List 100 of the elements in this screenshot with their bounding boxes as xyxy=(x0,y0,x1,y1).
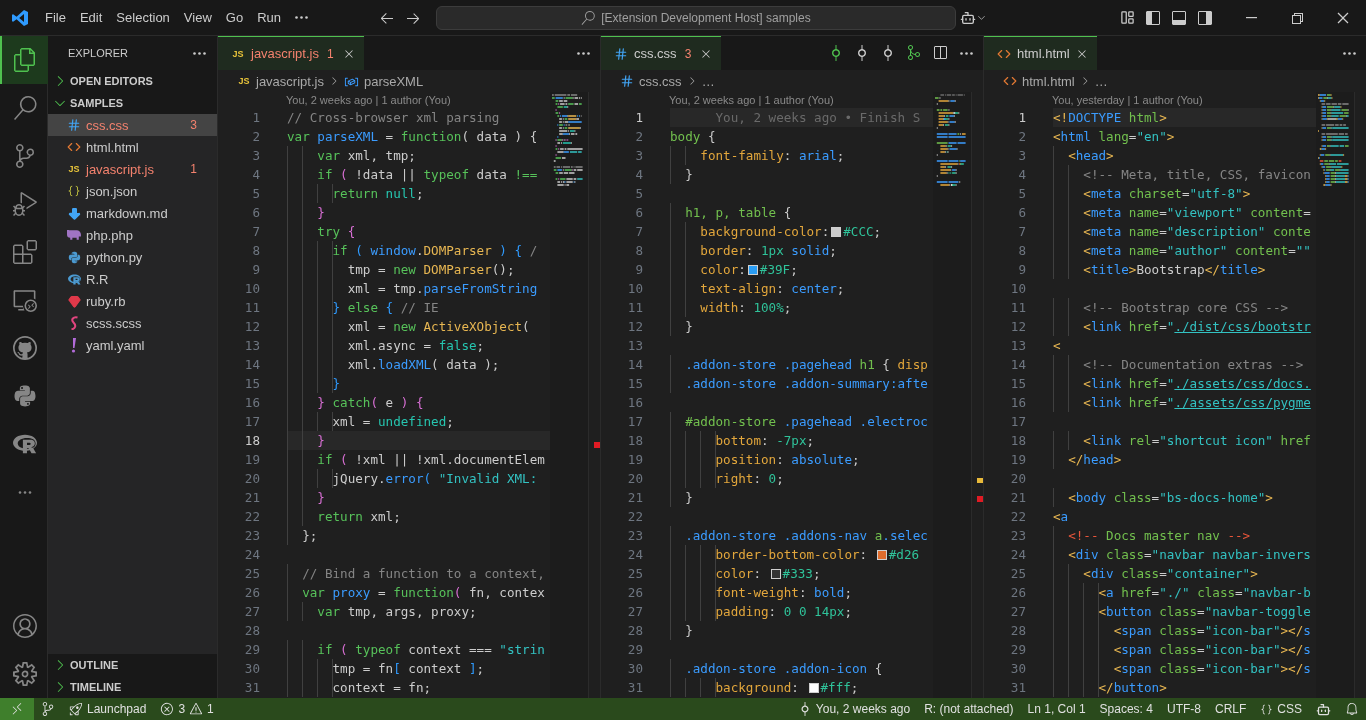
error-marker xyxy=(594,442,600,448)
breadcrumb[interactable]: … xyxy=(701,73,715,89)
more-icon xyxy=(1342,51,1356,55)
breadcrumb[interactable]: JS javascript.js xyxy=(236,73,324,89)
explorer-button[interactable] xyxy=(0,36,48,84)
status-item[interactable]: CRLF xyxy=(1207,698,1254,720)
breadcrumb[interactable]: css.css xyxy=(619,73,682,89)
code-line: tmp = fn[ context ]; xyxy=(287,659,485,678)
menu-item[interactable]: Selection xyxy=(109,4,177,31)
account-icon xyxy=(13,614,37,638)
github-icon xyxy=(13,336,37,360)
explorer-tree-row[interactable]: scss.scss xyxy=(48,312,217,334)
line-number: 11 xyxy=(1009,300,1027,315)
line-number: 25 xyxy=(243,566,261,581)
js-label: JS xyxy=(237,76,251,86)
search-icon xyxy=(13,96,37,120)
breadcrumb[interactable]: parseXML xyxy=(343,73,424,89)
code-line: <meta name="description" conte xyxy=(1053,222,1311,241)
code-line: body { xyxy=(670,128,716,146)
status-item[interactable]: Spaces: 4 xyxy=(1092,698,1160,720)
status-item[interactable]: UTF-8 xyxy=(1159,698,1208,720)
line-number: 1 xyxy=(1017,110,1027,125)
run-debug-icon xyxy=(13,192,37,216)
minimize-icon xyxy=(1245,16,1257,19)
code-line: <body class="bs-docs-home"> xyxy=(1053,488,1273,507)
code-text: #39F; xyxy=(759,261,798,279)
codelens-text[interactable]: You, yesterday | 1 author (You) xyxy=(1052,92,1203,108)
line-number: 18 xyxy=(1009,433,1027,448)
codelens-text[interactable]: You, 2 weeks ago | 1 author (You) xyxy=(669,92,834,108)
explorer-tree-row[interactable]: php.php xyxy=(48,224,217,246)
status-item[interactable]: Ln 1, Col 1 xyxy=(1020,698,1093,720)
code-line: <meta name="viewport" content= xyxy=(1053,203,1311,222)
code-text: color: xyxy=(670,564,769,583)
line-number: 31 xyxy=(243,680,261,695)
line-number: 11 xyxy=(243,300,261,315)
robot-icon xyxy=(1316,701,1331,717)
codelens-text[interactable]: You, 2 weeks ago | 1 author (You) xyxy=(286,92,451,108)
menu-item[interactable]: Go xyxy=(218,4,251,31)
code-line: var proxy = function( fn, contex xyxy=(287,583,545,602)
code-text: #CCC; xyxy=(843,223,882,241)
blame-button[interactable]: You, 2 weeks ago xyxy=(790,698,918,720)
explorer-tree-row[interactable]: css.css 3 xyxy=(48,114,217,136)
code-line: try { xyxy=(287,222,356,241)
sidebar-title: EXPLORER xyxy=(68,47,128,59)
code-line: <a xyxy=(1053,508,1069,526)
code-line: <!DOCTYPE html> xyxy=(1053,109,1167,127)
line-number: 8 xyxy=(1017,243,1027,258)
line-number: 13 xyxy=(1009,338,1027,353)
problems-button[interactable]: 3 1 xyxy=(153,698,221,720)
menu-item[interactable]: Edit xyxy=(72,4,110,31)
git-merge-icon xyxy=(906,45,922,61)
explorer-tree-row[interactable]: json.json xyxy=(48,180,217,202)
line-number: 6 xyxy=(1017,205,1027,220)
code-line: padding: 0 0 14px; xyxy=(670,602,852,621)
line-number: 24 xyxy=(1009,547,1027,562)
line-number: 7 xyxy=(1017,224,1027,239)
language-button[interactable]: CSS xyxy=(1253,698,1309,720)
line-number: 4 xyxy=(634,167,644,182)
launchpad-button[interactable]: Launchpad xyxy=(62,698,154,720)
problem-markers xyxy=(977,478,983,502)
explorer-tree-row[interactable]: JS javascript.js 1 xyxy=(48,158,217,180)
explorer-tree-row[interactable]: yaml.yaml xyxy=(48,334,217,356)
line-number: 9 xyxy=(634,262,644,277)
code-text: background: xyxy=(670,678,807,697)
code-line: border: 1px solid; xyxy=(670,241,837,260)
line-number: 25 xyxy=(626,566,644,581)
line-number: 6 xyxy=(634,205,644,220)
breadcrumb[interactable]: … xyxy=(1094,73,1108,89)
split-editor-icon xyxy=(932,45,948,61)
editor-tab[interactable]: html.html xyxy=(984,36,1097,70)
breadcrumb[interactable]: html.html xyxy=(1002,73,1075,89)
code-line: // Cross-browser xml parsing xyxy=(287,109,500,127)
code-line: jQuery.error( "Invalid XML: xyxy=(287,469,538,488)
code-brackets-icon xyxy=(1003,74,1017,88)
line-number: 19 xyxy=(1009,452,1027,467)
explorer-tree-row[interactable]: html.html xyxy=(48,136,217,158)
code-line: <div class="container"> xyxy=(1053,564,1258,583)
status-item[interactable]: R: (not attached) xyxy=(917,698,1021,720)
rocket-icon xyxy=(69,702,83,716)
sidebar-left-icon xyxy=(1145,9,1161,26)
settings-icon xyxy=(13,662,37,686)
explorer-tree-row[interactable]: python.py xyxy=(48,246,217,268)
line-number: 10 xyxy=(243,281,261,296)
line-number: 30 xyxy=(626,661,644,676)
explorer-tree-row[interactable]: R.R xyxy=(48,268,217,290)
editor-tab[interactable]: css.css 3 xyxy=(601,36,722,70)
code-line: <html lang="en"> xyxy=(1053,128,1175,146)
files-icon xyxy=(13,48,37,72)
menu-item[interactable]: File xyxy=(38,4,73,31)
explorer-tree-row[interactable]: markdown.md xyxy=(48,202,217,224)
line-number: 22 xyxy=(1009,509,1027,524)
line-number: 15 xyxy=(1009,376,1027,391)
hash-icon xyxy=(67,118,81,132)
line-number: 28 xyxy=(243,623,261,638)
line-number: 27 xyxy=(243,604,261,619)
editor-tab[interactable]: JS javascript.js 1 xyxy=(218,36,364,70)
explorer-tree-row[interactable]: ruby.rb xyxy=(48,290,217,312)
menu-item[interactable]: Run xyxy=(250,4,288,31)
menu-item[interactable]: View xyxy=(176,4,219,31)
command-center[interactable]: [Extension Development Host] samples xyxy=(436,5,956,30)
